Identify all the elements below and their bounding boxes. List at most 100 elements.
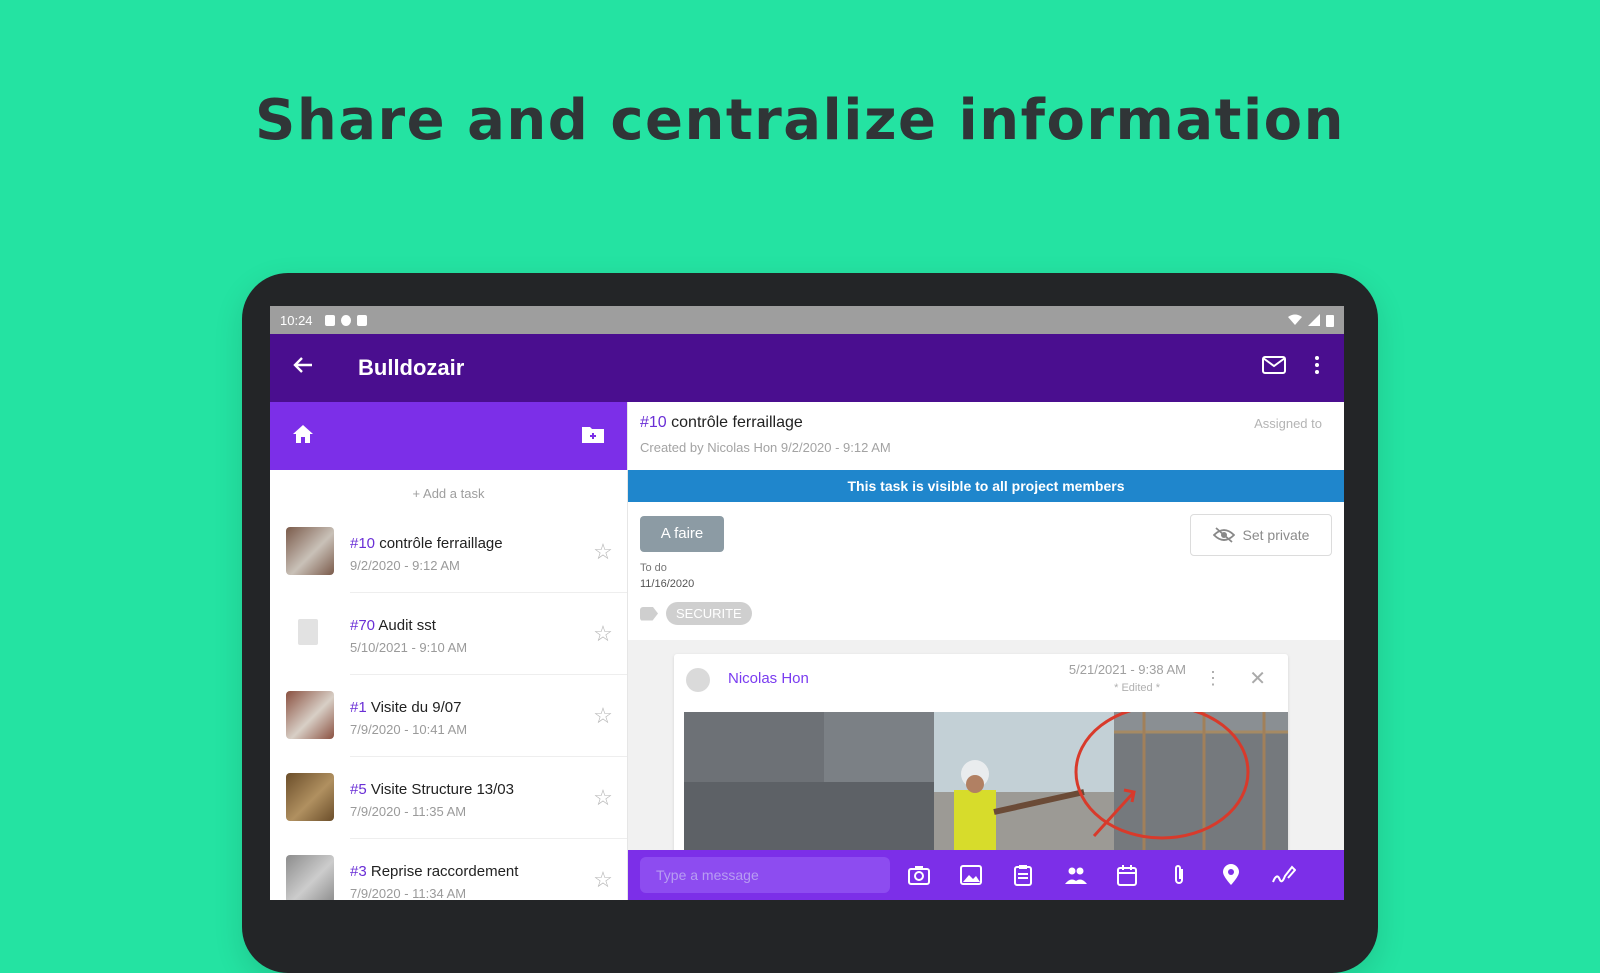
task-title-line: #3 Reprise raccordement — [350, 863, 579, 880]
calendar-icon[interactable] — [1116, 864, 1138, 886]
visibility-banner: This task is visible to all project memb… — [628, 470, 1344, 502]
status-time: 10:24 — [280, 312, 313, 328]
people-icon[interactable] — [1064, 864, 1087, 886]
task-created-info: Created by Nicolas Hon 9/2/2020 - 9:12 A… — [640, 440, 891, 455]
task-date: 7/9/2020 - 11:35 AM — [350, 803, 467, 819]
location-icon[interactable] — [1220, 864, 1242, 886]
comment-photo[interactable] — [684, 712, 1288, 854]
task-title-line: #5 Visite Structure 13/03 — [350, 781, 579, 798]
back-arrow-icon[interactable] — [292, 354, 322, 383]
task-number: #1 — [350, 698, 367, 716]
star-icon[interactable]: ☆ — [579, 703, 627, 729]
task-title: Reprise raccordement — [370, 862, 519, 880]
notification-icon — [340, 314, 351, 326]
task-number: #5 — [350, 780, 367, 798]
task-title: Visite du 9/07 — [370, 698, 462, 716]
message-input[interactable]: Type a message — [640, 857, 890, 893]
task-list-item[interactable]: #70 Audit sst 5/10/2021 - 9:10 AM ☆ — [298, 593, 627, 675]
task-title: Visite Structure 13/03 — [370, 780, 514, 798]
assigned-to-link[interactable]: Assigned to — [1254, 416, 1322, 431]
set-private-label: Set private — [1242, 527, 1310, 543]
comment-date: 5/21/2021 - 9:38 AM — [1068, 662, 1186, 677]
system-icons — [1288, 314, 1334, 327]
task-date: 7/9/2020 - 11:34 AM — [350, 885, 467, 901]
more-vert-icon[interactable] — [1314, 355, 1320, 381]
comments-area: Nicolas Hon 5/21/2021 - 9:38 AM * Edited… — [628, 640, 1344, 854]
close-icon[interactable]: ✕ — [1249, 666, 1266, 691]
task-thumbnail — [286, 527, 334, 575]
task-date: 9/2/2020 - 9:12 AM — [350, 557, 460, 573]
star-icon[interactable]: ☆ — [579, 621, 627, 647]
task-thumbnail — [286, 773, 334, 821]
task-text: #5 Visite Structure 13/03 7/9/2020 - 11:3… — [350, 777, 579, 819]
headline: Share and centralize information — [255, 88, 1345, 153]
clipboard-icon[interactable] — [1012, 864, 1034, 886]
task-list-item[interactable]: #1 Visite du 9/07 7/9/2020 - 10:41 AM ☆ — [286, 675, 627, 757]
signature-icon[interactable] — [1272, 864, 1297, 886]
star-icon[interactable]: ☆ — [579, 867, 627, 893]
notification-icons — [324, 314, 367, 326]
task-list-item[interactable]: #3 Reprise raccordement 7/9/2020 - 11:34 … — [286, 839, 627, 901]
task-title-line: #10 contrôle ferraillage — [350, 535, 579, 552]
task-list-item[interactable]: #5 Visite Structure 13/03 7/9/2020 - 11:3… — [286, 757, 627, 839]
task-title: Audit sst — [378, 616, 436, 634]
signal-icon — [1308, 314, 1320, 326]
task-detail-panel: #10 contrôle ferraillage Created by Nico… — [628, 402, 1344, 900]
image-icon[interactable] — [960, 864, 982, 886]
comment-author[interactable]: Nicolas Hon — [728, 670, 809, 687]
eye-off-icon — [1212, 527, 1235, 543]
task-title-line: #70 Audit sst — [350, 617, 579, 634]
tag-row: SECURITE — [640, 602, 752, 625]
task-text: #1 Visite du 9/07 7/9/2020 - 10:41 AM — [350, 695, 579, 737]
app-title: Bulldozair — [358, 355, 465, 380]
due-label: To do — [640, 562, 667, 574]
camera-icon[interactable] — [908, 864, 930, 886]
app-screen: 10:24 Bulldozair + Add a task #10 contrô… — [270, 306, 1344, 900]
star-icon[interactable]: ☆ — [579, 785, 627, 811]
new-folder-icon[interactable] — [581, 424, 605, 449]
task-title: contrôle ferraillage — [379, 534, 503, 552]
task-date: 5/10/2021 - 9:10 AM — [350, 639, 468, 655]
notification-icon — [324, 314, 335, 326]
status-bar: 10:24 — [270, 306, 1344, 334]
task-detail-header: #10 contrôle ferraillage Created by Nico… — [628, 402, 1344, 470]
message-composer: Type a message — [628, 850, 1344, 900]
task-number: #10 — [350, 534, 376, 552]
task-detail-title: #10 contrôle ferraillage — [640, 414, 1332, 432]
tasks-toolbar — [270, 402, 627, 470]
comment-edited: * Edited * — [1114, 682, 1160, 694]
task-text: #3 Reprise raccordement 7/9/2020 - 11:34 … — [350, 859, 579, 901]
task-detail-number: #10 — [640, 414, 667, 431]
document-icon — [298, 619, 318, 645]
task-text: #10 contrôle ferraillage 9/2/2020 - 9:12 … — [350, 531, 579, 573]
add-task-link[interactable]: + Add a task — [270, 470, 627, 511]
home-icon[interactable] — [292, 424, 314, 449]
battery-icon — [1326, 314, 1334, 327]
tag-chip[interactable]: SECURITE — [666, 602, 752, 625]
task-text: #70 Audit sst 5/10/2021 - 9:10 AM — [350, 613, 579, 655]
star-icon[interactable]: ☆ — [579, 539, 627, 565]
avatar — [686, 668, 710, 692]
notification-icon — [356, 314, 367, 326]
task-list-item[interactable]: #10 contrôle ferraillage 9/2/2020 - 9:12 … — [286, 511, 627, 593]
set-private-button[interactable]: Set private — [1190, 514, 1332, 556]
task-detail-name: contrôle ferraillage — [671, 414, 803, 431]
attachment-icon[interactable] — [1168, 864, 1190, 886]
due-date: 11/16/2020 — [640, 578, 695, 590]
wifi-icon — [1288, 314, 1302, 325]
task-list: #10 contrôle ferraillage 9/2/2020 - 9:12 … — [270, 511, 627, 900]
status-button[interactable]: A faire — [640, 516, 724, 552]
comment-more-icon[interactable]: ⋮ — [1204, 668, 1222, 689]
app-bar: Bulldozair — [270, 334, 1344, 402]
task-status-area: A faire Set private To do 11/16/2020 SEC… — [628, 502, 1344, 640]
task-title-line: #1 Visite du 9/07 — [350, 699, 579, 716]
mail-icon[interactable] — [1262, 355, 1286, 381]
task-thumbnail — [286, 691, 334, 739]
comment-card: Nicolas Hon 5/21/2021 - 9:38 AM * Edited… — [674, 654, 1288, 854]
tag-icon — [640, 606, 658, 621]
task-number: #3 — [350, 862, 367, 880]
task-date: 7/9/2020 - 10:41 AM — [350, 721, 468, 737]
task-number: #70 — [350, 616, 376, 634]
task-thumbnail — [286, 855, 334, 900]
tasks-panel: + Add a task #10 contrôle ferraillage 9/2… — [270, 402, 628, 900]
